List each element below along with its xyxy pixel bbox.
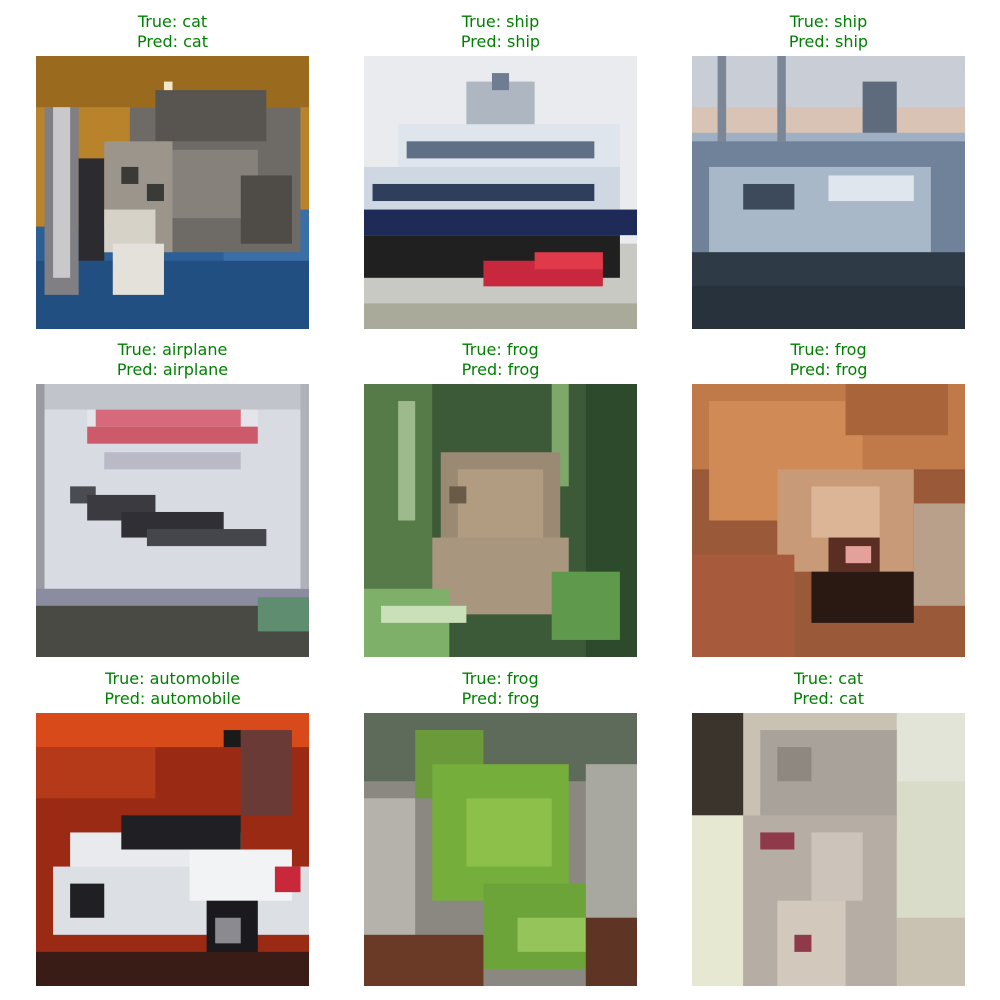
- sample-image-cat: [36, 56, 309, 329]
- sample-image-light-cat: [692, 713, 965, 986]
- true-label: True: automobile: [105, 669, 240, 688]
- pred-label: Pred: cat: [793, 689, 864, 708]
- true-label: True: frog: [790, 340, 867, 359]
- true-label: True: ship: [461, 12, 540, 31]
- sample-image-airplane: [36, 384, 309, 657]
- pred-label: Pred: frog: [789, 360, 868, 379]
- true-label: True: cat: [793, 669, 864, 688]
- true-label: True: ship: [789, 12, 868, 31]
- pred-label: Pred: frog: [461, 360, 540, 379]
- sample-image-frog: [364, 384, 637, 657]
- pred-label: Pred: automobile: [104, 689, 241, 708]
- pred-label: Pred: airplane: [116, 360, 229, 379]
- pred-label: Pred: ship: [788, 32, 869, 51]
- sample-image-automobile: [36, 713, 309, 986]
- true-label: True: cat: [137, 12, 208, 31]
- true-label: True: airplane: [117, 340, 228, 359]
- sample-image-orange-frog: [692, 384, 965, 657]
- true-label: True: frog: [462, 669, 539, 688]
- pred-label: Pred: cat: [137, 32, 208, 51]
- pred-label: Pred: ship: [460, 32, 541, 51]
- pred-label: Pred: frog: [461, 689, 540, 708]
- true-label: True: frog: [462, 340, 539, 359]
- sample-image-boat: [692, 56, 965, 329]
- sample-image-green-frog: [364, 713, 637, 986]
- sample-image-ship: [364, 56, 637, 329]
